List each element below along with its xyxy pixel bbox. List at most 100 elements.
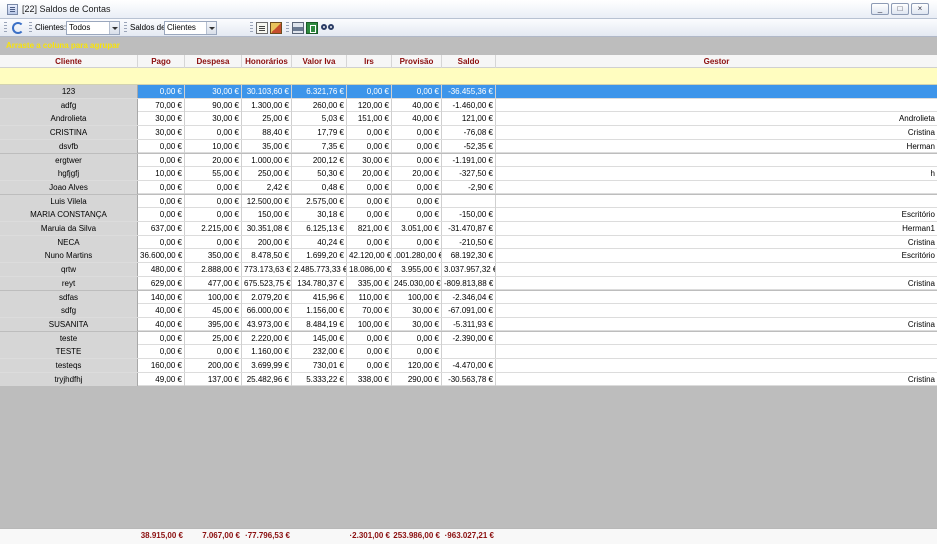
cell-pago[interactable]: 36.600,00 €: [138, 249, 185, 263]
table-row[interactable]: TESTE 0,00 €0,00 €1.160,00 €232,00 €0,00 …: [0, 345, 937, 359]
cell-valor-iva[interactable]: 6.125,13 €: [292, 222, 347, 235]
cell-gestor[interactable]: Herman: [496, 140, 937, 153]
cell-saldo[interactable]: -1.460,00 €: [442, 98, 496, 112]
cell-saldo[interactable]: -5.311,93 €: [442, 317, 496, 331]
cell-provisao[interactable]: 0,00 €: [392, 235, 442, 249]
cell-gestor[interactable]: Escritório: [496, 208, 937, 221]
table-row[interactable]: NECA 0,00 €0,00 €200,00 €40,24 €0,00 €0,0…: [0, 235, 937, 250]
cell-pago[interactable]: 30,00 €: [138, 112, 185, 126]
cell-valor-iva[interactable]: 1.699,20 €: [292, 249, 347, 263]
cell-valor-iva[interactable]: 200,12 €: [292, 153, 347, 167]
column-header-irs[interactable]: Irs: [347, 55, 392, 68]
cell-cliente[interactable]: Nuno Martins: [0, 249, 138, 263]
cell-despesa[interactable]: 30,00 €: [185, 112, 242, 126]
excel-icon[interactable]: [306, 22, 318, 34]
cell-honorarios[interactable]: 25.482,96 €: [242, 372, 292, 386]
cell-pago[interactable]: 0,00 €: [138, 180, 185, 194]
cell-honorarios[interactable]: 675.523,75 €: [242, 276, 292, 290]
cell-cliente[interactable]: testeqs: [0, 359, 138, 372]
cell-honorarios[interactable]: 35,00 €: [242, 139, 292, 153]
minimize-button[interactable]: _: [871, 3, 889, 15]
cell-gestor[interactable]: Cristina: [496, 277, 937, 290]
cell-pago[interactable]: 0,00 €: [138, 194, 185, 208]
cell-pago[interactable]: 40,00 €: [138, 304, 185, 318]
cell-honorarios[interactable]: 8.478,50 €: [242, 249, 292, 263]
cell-irs[interactable]: 110,00 €: [347, 290, 392, 304]
binoculars-icon[interactable]: [328, 24, 334, 30]
column-header-honorarios[interactable]: Honorários: [242, 55, 292, 68]
cell-provisao[interactable]: 0,00 €: [392, 85, 442, 98]
cell-provisao[interactable]: 290,00 €: [392, 372, 442, 386]
cell-pago[interactable]: 637,00 €: [138, 222, 185, 235]
column-header-gestor[interactable]: Gestor: [496, 55, 937, 68]
cell-cliente[interactable]: SUSANITA: [0, 317, 138, 331]
cell-valor-iva[interactable]: 40,24 €: [292, 235, 347, 249]
cell-despesa[interactable]: 100,00 €: [185, 290, 242, 304]
cell-saldo[interactable]: -76,08 €: [442, 126, 496, 140]
cell-gestor[interactable]: Cristina: [496, 126, 937, 139]
cell-saldo[interactable]: -809.813,88 €: [442, 276, 496, 290]
cell-pago[interactable]: 0,00 €: [138, 208, 185, 222]
cell-provisao[interactable]: 0,00 €: [392, 194, 442, 208]
cell-gestor[interactable]: [496, 99, 937, 112]
cell-saldo[interactable]: -2.390,00 €: [442, 331, 496, 345]
report-icon[interactable]: [256, 22, 268, 34]
search-icon[interactable]: [321, 24, 327, 30]
cell-pago[interactable]: 480,00 €: [138, 263, 185, 277]
column-header-pago[interactable]: Pago: [138, 55, 185, 68]
cell-irs[interactable]: 120,00 €: [347, 98, 392, 112]
table-row[interactable]: SUSANITA 40,00 €395,00 €43.973,00 €8.484,…: [0, 317, 937, 332]
cell-irs[interactable]: 0,00 €: [347, 126, 392, 140]
cell-provisao[interactable]: 3.955,00 €: [392, 263, 442, 277]
cell-provisao[interactable]: 20,00 €: [392, 167, 442, 181]
cell-cliente[interactable]: CRISTINA: [0, 126, 138, 140]
cell-gestor[interactable]: Cristina: [496, 236, 937, 249]
cell-honorarios[interactable]: 1.160,00 €: [242, 345, 292, 359]
cell-saldo[interactable]: -36.455,36 €: [442, 85, 496, 98]
clients-select[interactable]: Todos: [66, 21, 120, 35]
cell-gestor[interactable]: [496, 85, 937, 98]
cell-provisao[interactable]: 40,00 €: [392, 98, 442, 112]
cell-honorarios[interactable]: 1.000,00 €: [242, 153, 292, 167]
cell-cliente[interactable]: ergtwer: [0, 153, 138, 167]
cell-honorarios[interactable]: 43.973,00 €: [242, 317, 292, 331]
cell-despesa[interactable]: 137,00 €: [185, 372, 242, 386]
cell-gestor[interactable]: [496, 291, 937, 304]
cell-despesa[interactable]: 10,00 €: [185, 139, 242, 153]
cell-saldo[interactable]: -150,00 €: [442, 208, 496, 222]
cell-irs[interactable]: 151,00 €: [347, 112, 392, 126]
cell-pago[interactable]: 30,00 €: [138, 126, 185, 140]
cell-valor-iva[interactable]: 145,00 €: [292, 331, 347, 345]
cell-honorarios[interactable]: 773.173,63 €: [242, 263, 292, 277]
cell-gestor[interactable]: [496, 304, 937, 317]
cell-provisao[interactable]: 0,00 €: [392, 345, 442, 359]
cell-saldo[interactable]: -67.091,00 €: [442, 304, 496, 318]
chevron-down-icon[interactable]: [109, 22, 119, 34]
table-row[interactable]: Nuno Martins 36.600,00 €350,00 €8.478,50 …: [0, 249, 937, 263]
cell-saldo[interactable]: -1.191,00 €: [442, 153, 496, 167]
cell-despesa[interactable]: 0,00 €: [185, 180, 242, 194]
cell-pago[interactable]: 0,00 €: [138, 235, 185, 249]
cell-provisao[interactable]: 0,00 €: [392, 331, 442, 345]
cell-saldo[interactable]: [442, 345, 496, 359]
table-row[interactable]: ergtwer 0,00 €20,00 €1.000,00 €200,12 €30…: [0, 153, 937, 168]
cell-despesa[interactable]: 477,00 €: [185, 276, 242, 290]
cell-cliente[interactable]: dsvfb: [0, 139, 138, 153]
cell-pago[interactable]: 40,00 €: [138, 317, 185, 331]
cell-honorarios[interactable]: 1.300,00 €: [242, 98, 292, 112]
cell-despesa[interactable]: 350,00 €: [185, 249, 242, 263]
cell-valor-iva[interactable]: 232,00 €: [292, 345, 347, 359]
cell-cliente[interactable]: reyt: [0, 276, 138, 290]
cell-valor-iva[interactable]: 2.575,00 €: [292, 194, 347, 208]
cell-honorarios[interactable]: 150,00 €: [242, 208, 292, 222]
cell-gestor[interactable]: h: [496, 167, 937, 180]
table-row[interactable]: testeqs 160,00 €200,00 €3.699,99 €730,01 …: [0, 359, 937, 373]
cell-gestor[interactable]: [496, 263, 937, 276]
cell-provisao[interactable]: 100,00 €: [392, 290, 442, 304]
cell-cliente[interactable]: sdfg: [0, 304, 138, 318]
cell-provisao[interactable]: 0,00 €: [392, 126, 442, 140]
cell-despesa[interactable]: 395,00 €: [185, 317, 242, 331]
cell-valor-iva[interactable]: 30,18 €: [292, 208, 347, 222]
cell-valor-iva[interactable]: 2.485.773,33 €: [292, 263, 347, 277]
cell-provisao[interactable]: 0,00 €: [392, 208, 442, 222]
